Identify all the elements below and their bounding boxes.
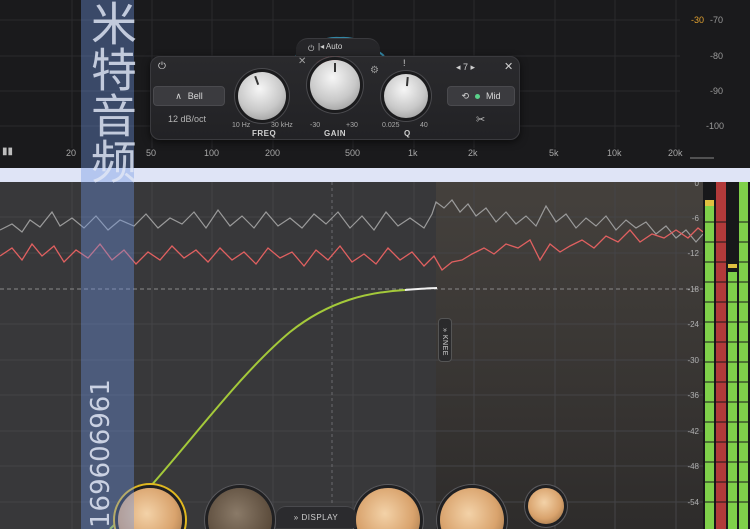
freq-label: 500 <box>345 148 361 158</box>
freq-label: 50 <box>146 148 157 158</box>
gr-scale-label: -42 <box>687 427 699 436</box>
freq-name: FREQ <box>252 129 277 138</box>
freq-label: 100 <box>204 148 220 158</box>
freq-label: 20 <box>66 148 77 158</box>
close-band-icon[interactable]: ✕ <box>504 60 513 73</box>
db-label: -30 <box>691 15 705 25</box>
db-label: -90 <box>710 86 724 96</box>
scissors-icon[interactable]: ✂ <box>476 113 485 126</box>
band-power-icon[interactable]: ⏻ <box>156 61 168 73</box>
band-selector[interactable]: ◂ 7 ▸ <box>456 62 475 73</box>
mix-knob[interactable] <box>528 488 564 524</box>
gr-scale-label: -24 <box>687 320 699 329</box>
gr-scale-label: -18 <box>687 285 699 294</box>
mode-icon: ⟲ <box>461 90 470 101</box>
q-max-label: 40 <box>420 122 428 129</box>
close-icon[interactable]: ✕ <box>298 56 306 67</box>
freq-label: 200 <box>265 148 281 158</box>
gr-scale-label: -30 <box>687 356 699 365</box>
freq-knob[interactable] <box>238 72 286 120</box>
q-min-label: 0.025 <box>382 122 400 129</box>
q-name: Q <box>404 129 411 138</box>
freq-label: 5k <box>549 148 559 158</box>
display-button[interactable]: » DISPLAY <box>276 506 356 528</box>
gear-icon[interactable]: ⚙ <box>370 65 379 76</box>
watermark-number: 169606961 <box>86 379 116 528</box>
power-icon[interactable]: ⏻ <box>308 44 314 54</box>
db-label: -80 <box>710 51 724 61</box>
freq-max-label: 30 kHz <box>271 122 293 129</box>
stereo-mode-button[interactable]: ⟲ Mid <box>447 86 515 106</box>
gr-scale-label: 0 <box>694 182 699 188</box>
bars-icon[interactable]: ▮▮ <box>2 146 13 157</box>
q-knob[interactable] <box>384 74 428 118</box>
chevron-down-icon: » <box>441 328 448 333</box>
stereo-mode-label: Mid <box>486 91 501 101</box>
mid-indicator <box>475 93 481 99</box>
gr-scale-label: -12 <box>687 249 699 258</box>
db-label: -70 <box>710 15 724 25</box>
gr-scale-label: -6 <box>691 214 699 223</box>
display-label: DISPLAY <box>301 513 339 522</box>
gain-max-label: +30 <box>346 122 358 129</box>
freq-label: 10k <box>607 148 622 158</box>
gain-min-label: -30 <box>310 122 321 129</box>
slope-label[interactable]: 12 dB/oct <box>168 114 206 124</box>
auto-label: Auto <box>325 42 343 51</box>
chevron-down-icon: » <box>293 513 299 522</box>
knee-label: » KNEE <box>441 328 448 356</box>
gain-name: GAIN <box>324 129 346 138</box>
freq-label: 1k <box>408 148 418 158</box>
watermark-text: 米特音频 <box>84 0 138 184</box>
band-number: 7 <box>463 62 469 72</box>
freq-label: 20k <box>668 148 683 158</box>
shape-label: Bell <box>187 91 203 101</box>
freq-label: 2k <box>468 148 478 158</box>
meter-bars <box>703 182 750 529</box>
gain-knob[interactable] <box>310 60 360 110</box>
freq-min-label: 10 Hz <box>232 122 251 129</box>
solo-icon[interactable]: ! <box>403 58 406 68</box>
bell-icon: ∧ <box>175 90 182 101</box>
db-label: -100 <box>706 121 725 131</box>
level-meters <box>703 182 750 529</box>
auto-gain-toggle[interactable]: |◂ Auto <box>318 42 342 51</box>
gr-scale-label: -36 <box>687 391 699 400</box>
gr-scale-label: -48 <box>687 462 699 471</box>
gr-scale-label: -54 <box>687 498 699 507</box>
shape-button[interactable]: ∧ Bell <box>153 86 225 106</box>
